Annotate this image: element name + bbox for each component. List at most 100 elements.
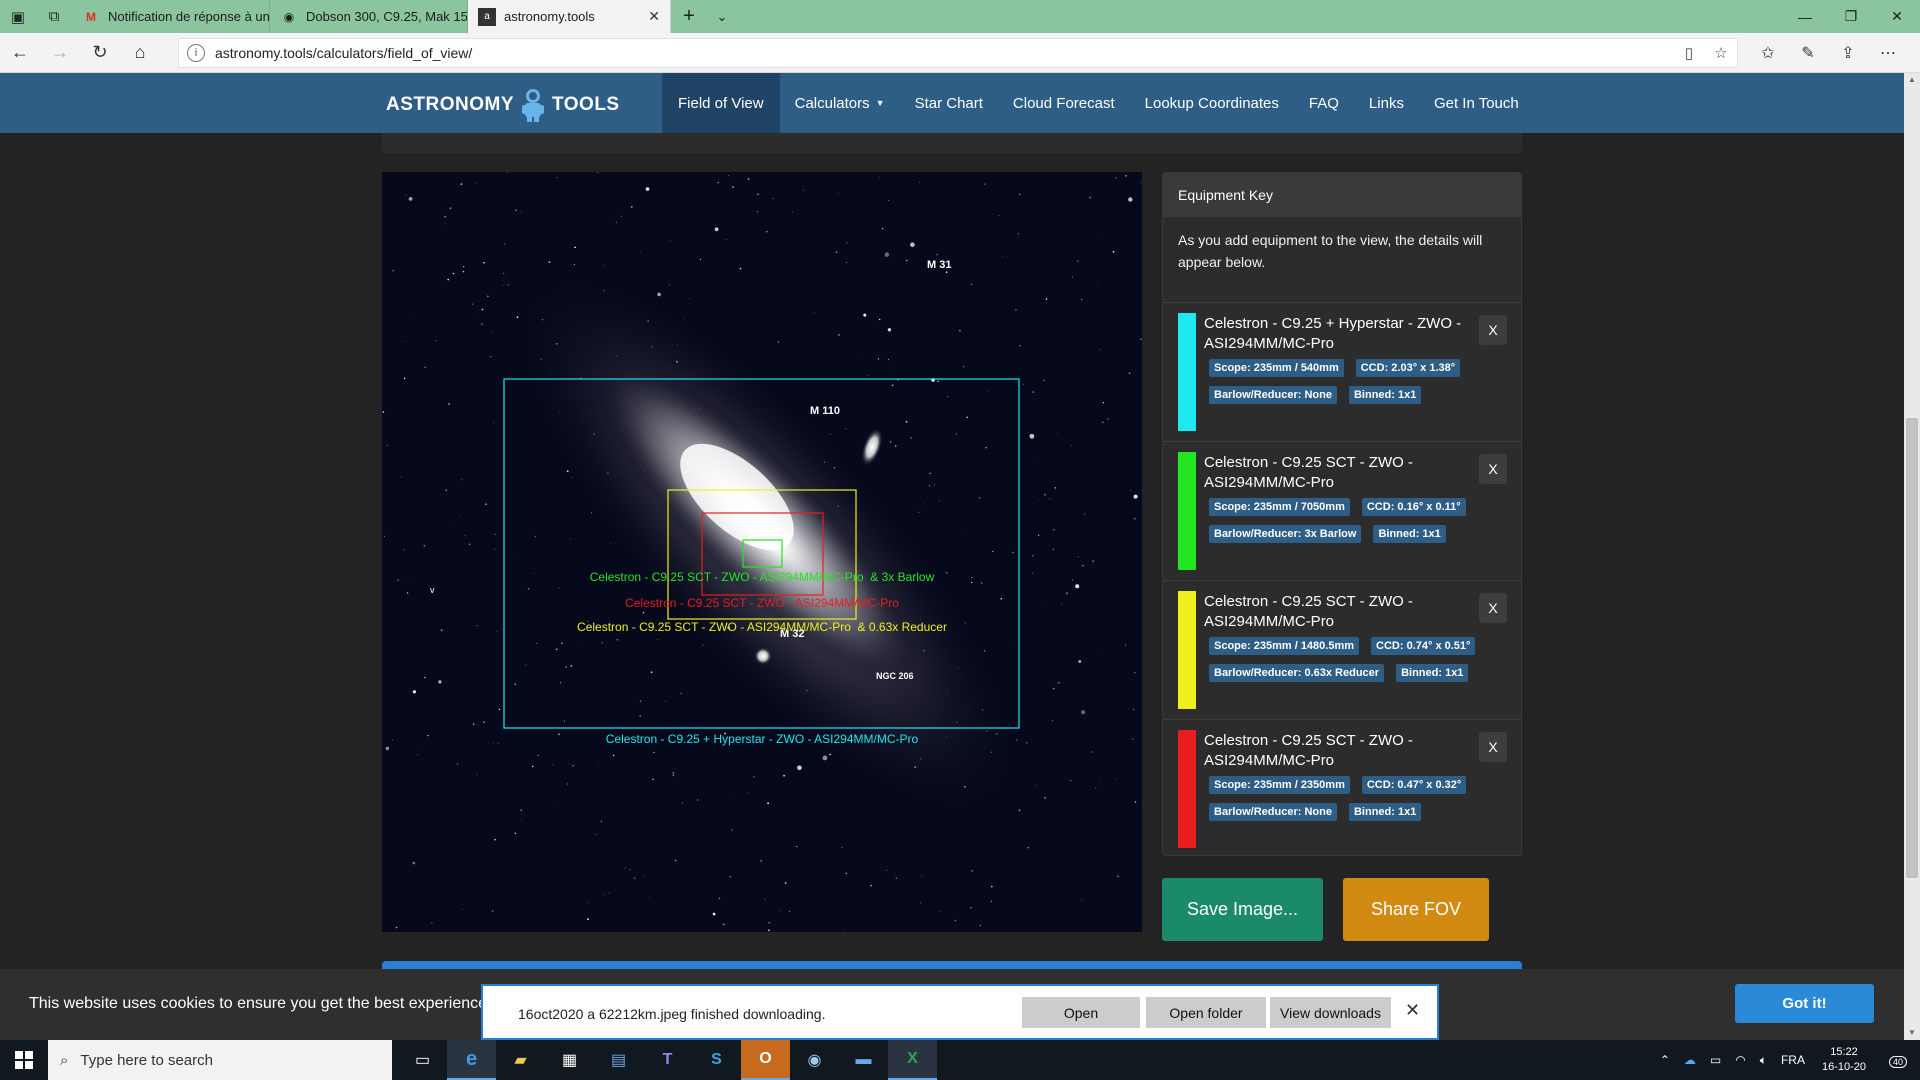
fov-label-reducer: Celestron - C9.25 SCT - ZWO - ASI294MM/M…	[577, 620, 947, 634]
star	[423, 545, 425, 547]
edge-browser-icon[interactable]: e	[447, 1040, 496, 1080]
fov-image-canvas[interactable]: M 31 M 110 M 32 NGC 206 v Celestron - C9…	[382, 172, 1142, 932]
remove-equipment-button[interactable]: X	[1479, 315, 1507, 345]
teams-icon[interactable]: T	[643, 1040, 692, 1080]
open-folder-button[interactable]: Open folder	[1146, 997, 1266, 1028]
outlook-icon[interactable]: O	[741, 1040, 790, 1080]
nav-field-of-view[interactable]: Field of View	[662, 73, 780, 133]
remove-equipment-button[interactable]: X	[1479, 593, 1507, 623]
remote-desktop-icon[interactable]: ▤	[594, 1040, 643, 1080]
star	[558, 733, 560, 736]
taskbar-clock[interactable]: 15:22 16-10-20	[1812, 1045, 1876, 1075]
star	[863, 313, 867, 317]
cookie-accept-button[interactable]: Got it!	[1735, 984, 1874, 1023]
barlow-badge: Barlow/Reducer: 0.63x Reducer	[1209, 664, 1385, 682]
star	[1071, 276, 1073, 278]
set-aside-tabs-icon[interactable]: ⧉	[36, 0, 72, 33]
battery-icon[interactable]: ▭	[1703, 1053, 1728, 1067]
nav-star-chart[interactable]: Star Chart	[900, 73, 998, 133]
star	[697, 799, 699, 801]
favorite-star-icon[interactable]: ☆	[1705, 44, 1737, 62]
star	[1100, 781, 1102, 783]
close-tab-icon[interactable]: ✕	[648, 8, 660, 25]
site-navbar: ASTRONOMY TOOLS Field of View Calculator…	[0, 73, 1904, 133]
remove-equipment-button[interactable]: X	[1479, 454, 1507, 484]
star	[385, 746, 390, 751]
tray-expand-icon[interactable]: ⌃	[1653, 1053, 1677, 1067]
new-tab-icon[interactable]: +	[671, 0, 707, 33]
scope-badge: Scope: 235mm / 2350mm	[1209, 776, 1350, 794]
scroll-up-icon[interactable]: ▲	[1906, 75, 1918, 84]
restore-icon[interactable]: ❐	[1828, 0, 1874, 33]
star	[672, 774, 675, 777]
star	[504, 243, 506, 245]
star	[1081, 900, 1083, 901]
favorites-icon[interactable]: ✩	[1748, 43, 1788, 63]
share-fov-button[interactable]: Share FOV	[1343, 878, 1489, 941]
save-image-button[interactable]: Save Image...	[1162, 878, 1323, 941]
star	[1098, 239, 1100, 241]
wifi-icon[interactable]: ◠	[1728, 1053, 1752, 1067]
tab-gmail[interactable]: M Notification de réponse à un	[72, 0, 270, 33]
refresh-icon[interactable]: ↻	[80, 33, 120, 73]
star	[1032, 572, 1033, 574]
home-icon[interactable]: ⌂	[120, 33, 160, 73]
windows-start-icon[interactable]	[0, 1040, 48, 1080]
browser-app-icon[interactable]: ◉	[790, 1040, 839, 1080]
nav-lookup-coordinates[interactable]: Lookup Coordinates	[1130, 73, 1294, 133]
nav-links[interactable]: Links	[1354, 73, 1419, 133]
star	[601, 642, 603, 644]
close-window-icon[interactable]: ✕	[1874, 0, 1920, 33]
star	[877, 358, 879, 360]
star	[882, 227, 884, 230]
file-explorer-icon[interactable]: ▰	[496, 1040, 545, 1080]
tab-cloudy-nights[interactable]: ◉ Dobson 300, C9.25, Mak 150	[270, 0, 468, 33]
star	[490, 356, 492, 358]
share-icon[interactable]: ⇪	[1828, 43, 1868, 63]
star	[717, 182, 719, 184]
taskbar-search-input[interactable]: ⌕ Type here to search	[48, 1040, 392, 1080]
star	[1125, 175, 1127, 177]
tab-actions-icon[interactable]: ▣	[0, 0, 36, 33]
view-downloads-button[interactable]: View downloads	[1270, 997, 1391, 1028]
more-icon[interactable]: ⋯	[1868, 43, 1908, 63]
volume-icon[interactable]: 🔈︎	[1753, 1053, 1774, 1068]
star	[560, 682, 562, 684]
nav-calculators[interactable]: Calculators ▼	[780, 73, 900, 133]
close-icon[interactable]: ✕	[1405, 1000, 1420, 1021]
url-input[interactable]: i astronomy.tools/calculators/field_of_v…	[178, 37, 1738, 68]
star	[1009, 643, 1011, 644]
site-logo[interactable]: ASTRONOMY TOOLS	[386, 87, 620, 123]
tab-astronomy-tools[interactable]: a astronomy.tools ✕	[468, 0, 671, 33]
star	[699, 258, 702, 261]
nav-faq[interactable]: FAQ	[1294, 73, 1354, 133]
excel-icon[interactable]: X	[888, 1040, 937, 1080]
reading-view-icon[interactable]: ▯	[1673, 44, 1705, 62]
star	[784, 882, 787, 884]
task-view-icon[interactable]: ▭	[398, 1040, 447, 1080]
monitor-app-icon[interactable]: ▬	[839, 1040, 888, 1080]
nav-cloud-forecast[interactable]: Cloud Forecast	[998, 73, 1130, 133]
minimize-icon[interactable]: —	[1782, 0, 1828, 33]
store-icon[interactable]: ▦	[545, 1040, 594, 1080]
chevron-down-icon[interactable]: ⌄	[707, 0, 737, 33]
nav-get-in-touch[interactable]: Get In Touch	[1419, 73, 1534, 133]
star	[555, 648, 558, 651]
forward-icon[interactable]: →	[40, 33, 80, 73]
equipment-color-swatch	[1178, 730, 1196, 848]
nav-label: FAQ	[1308, 94, 1339, 112]
site-info-icon[interactable]: i	[187, 43, 205, 62]
notifications-icon[interactable]: 40	[1876, 1052, 1920, 1069]
scrollbar-thumb[interactable]	[1906, 418, 1918, 878]
onedrive-icon[interactable]: ☁	[1677, 1053, 1703, 1067]
back-icon[interactable]: ←	[0, 33, 40, 73]
pen-icon[interactable]: ✎	[1788, 43, 1828, 63]
ccd-badge: CCD: 0.47° x 0.32°	[1361, 776, 1467, 794]
star	[574, 246, 576, 249]
skype-icon[interactable]: S	[692, 1040, 741, 1080]
remove-equipment-button[interactable]: X	[1479, 732, 1507, 762]
open-download-button[interactable]: Open	[1022, 997, 1140, 1028]
language-indicator[interactable]: FRA	[1774, 1053, 1812, 1067]
star	[604, 265, 606, 267]
scroll-down-icon[interactable]: ▼	[1906, 1028, 1918, 1037]
